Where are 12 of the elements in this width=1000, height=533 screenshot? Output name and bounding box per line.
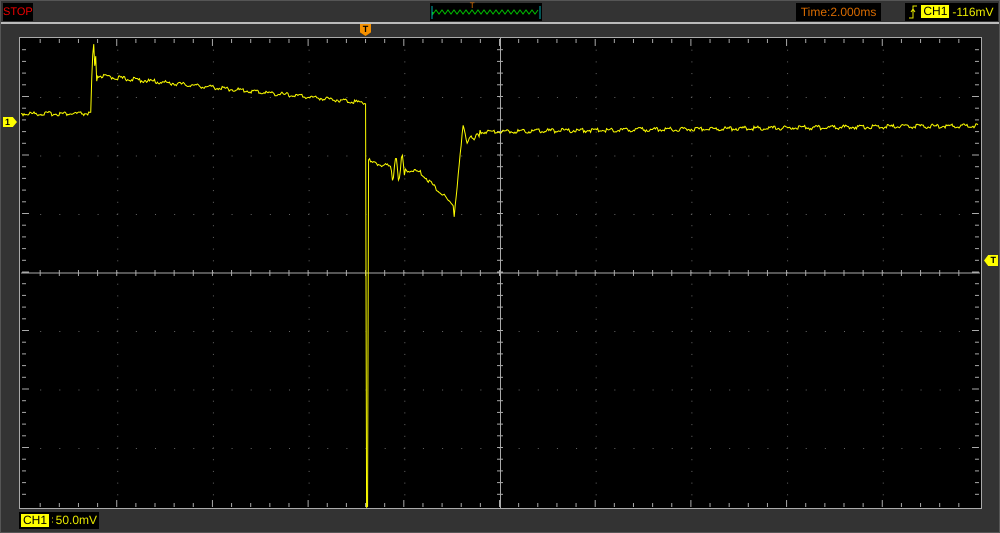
scale-channel-label: CH1 (21, 514, 50, 526)
timebase-readout: Time:2.000ms (796, 2, 882, 20)
trigger-channel-label: CH1 (921, 5, 950, 18)
rising-edge-icon (909, 4, 918, 18)
run-status[interactable]: STOP (3, 2, 33, 20)
channel-marker[interactable]: 1 (3, 117, 17, 127)
trigger-level: -116mV (952, 4, 994, 18)
trigger-level-marker[interactable]: T (984, 255, 998, 266)
waveform-overview[interactable]: T (430, 2, 542, 20)
overview-trigger-mark: T (470, 0, 475, 10)
trigger-position-marker[interactable]: T (360, 24, 371, 36)
scale-value: 50.0mV (56, 513, 97, 527)
